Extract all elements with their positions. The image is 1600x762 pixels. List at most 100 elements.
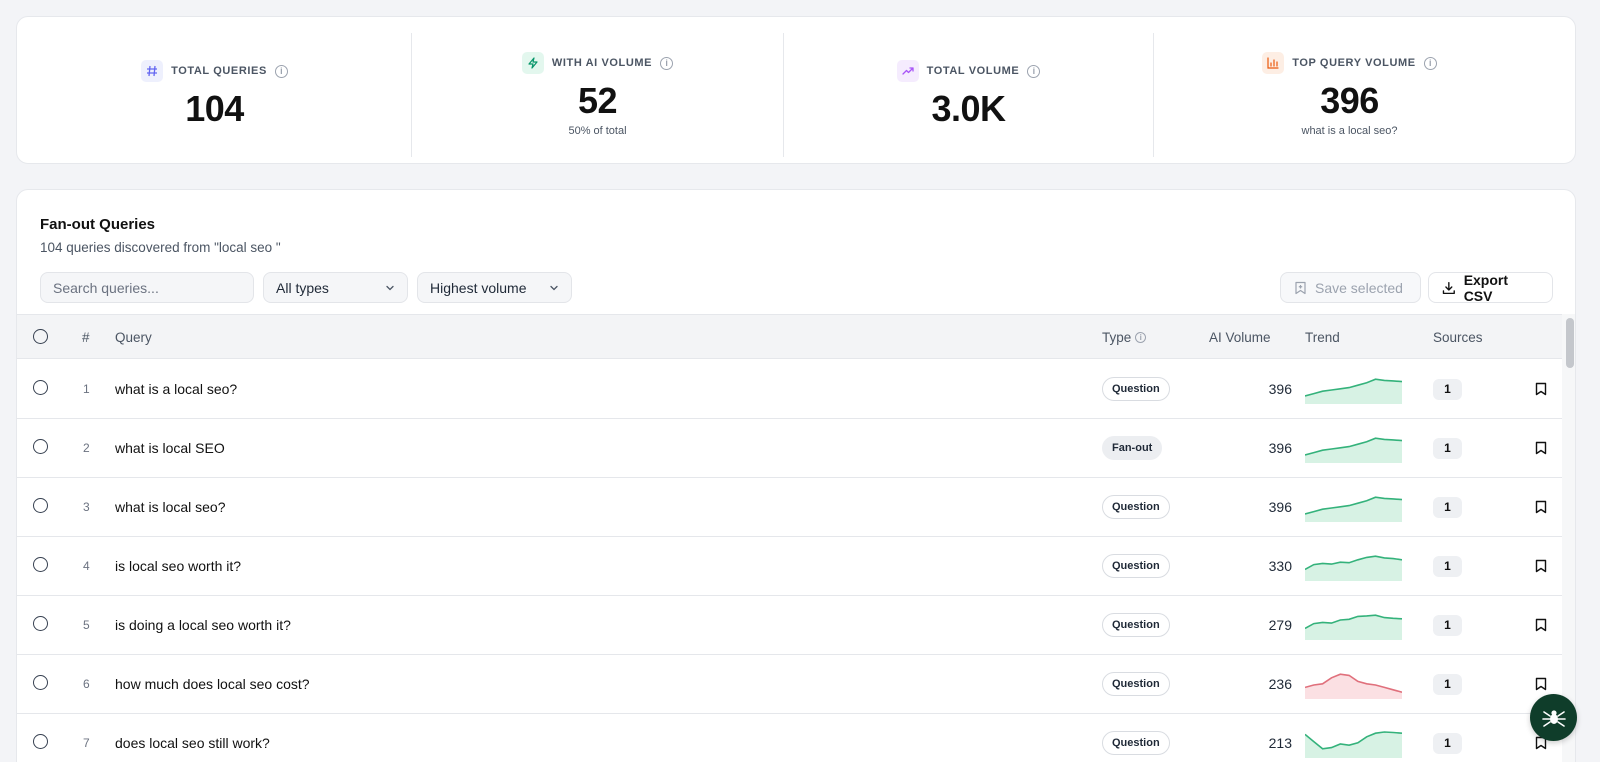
trend-cell [1305, 655, 1402, 713]
stat-label: TOP QUERY VOLUME [1292, 57, 1416, 69]
row-number: 5 [83, 618, 90, 632]
query-text[interactable]: is doing a local seo worth it? [115, 596, 291, 654]
type-badge: Question [1102, 672, 1170, 696]
ai-volume-value: 396 [1268, 440, 1292, 456]
export-csv-button[interactable]: Export CSV [1428, 272, 1553, 304]
zap-icon [521, 52, 544, 74]
table-row[interactable]: 1 what is a local seo? Question 396 1 [17, 360, 1562, 419]
bookmark-icon [1535, 382, 1547, 396]
sort-value: Highest volume [430, 279, 527, 296]
table-row[interactable]: 7 does local seo still work? Question 21… [17, 714, 1562, 762]
bookmark-icon [1535, 441, 1547, 455]
sources-count-badge[interactable]: 1 [1433, 673, 1462, 695]
query-text[interactable]: what is local SEO [115, 419, 225, 477]
table-row[interactable]: 2 what is local SEO Fan-out 396 1 [17, 419, 1562, 478]
assistant-fab-button[interactable] [1530, 694, 1577, 741]
bookmark-button[interactable] [1535, 360, 1547, 418]
row-select-radio[interactable] [33, 380, 48, 395]
select-all-radio[interactable] [33, 329, 48, 344]
type-badge: Question [1102, 613, 1170, 637]
scrollbar[interactable] [1562, 314, 1575, 762]
row-select-radio[interactable] [33, 498, 48, 513]
info-icon[interactable]: i [1027, 64, 1041, 78]
query-text[interactable]: is local seo worth it? [115, 537, 241, 595]
search-field[interactable] [40, 272, 254, 303]
bookmark-button[interactable] [1535, 596, 1547, 654]
sources-cell[interactable]: 1 [1433, 596, 1462, 654]
save-selected-button[interactable]: Save selected [1280, 272, 1421, 303]
bookmark-button[interactable] [1535, 419, 1547, 477]
table-row[interactable]: 6 how much does local seo cost? Question… [17, 655, 1562, 714]
type-cell: Fan-out [1102, 419, 1163, 477]
info-icon[interactable]: i [1423, 56, 1437, 70]
stat-subtext: 50% of total [568, 125, 627, 137]
panel-subtitle: 104 queries discovered from "local seo " [40, 240, 281, 255]
col-header-query[interactable]: Query [115, 315, 152, 360]
row-select-radio[interactable] [33, 734, 48, 749]
info-icon[interactable]: i [660, 56, 674, 70]
col-header-volume[interactable]: AI Volume [1209, 315, 1271, 360]
type-cell: Question [1102, 360, 1170, 418]
search-input[interactable] [53, 279, 241, 296]
sources-cell[interactable]: 1 [1433, 714, 1462, 762]
info-icon[interactable]: i [1135, 332, 1147, 343]
sources-cell[interactable]: 1 [1433, 655, 1462, 713]
sort-select[interactable]: Highest volume [417, 272, 572, 303]
stat-with-ai-volume: WITH AI VOLUME i 52 50% of total [411, 33, 783, 157]
sources-count-badge[interactable]: 1 [1433, 496, 1462, 518]
sources-cell[interactable]: 1 [1433, 419, 1462, 477]
table-row[interactable]: 3 what is local seo? Question 396 1 [17, 478, 1562, 537]
bookmark-button[interactable] [1535, 537, 1547, 595]
type-cell: Question [1102, 478, 1170, 536]
bookmark-icon [1535, 618, 1547, 632]
trend-cell [1305, 360, 1402, 418]
row-number: 2 [83, 441, 90, 455]
sources-count-badge[interactable]: 1 [1433, 614, 1462, 636]
stat-total-queries: TOTAL QUERIES i 104 [17, 33, 412, 157]
sources-cell[interactable]: 1 [1433, 478, 1462, 536]
row-select-radio[interactable] [33, 675, 48, 690]
stat-value: 52 [577, 80, 618, 121]
trend-sparkline [1305, 614, 1402, 640]
row-select-radio[interactable] [33, 616, 48, 631]
sources-count-badge[interactable]: 1 [1433, 378, 1462, 400]
stat-total-volume: TOTAL VOLUME i 3.0K [783, 33, 1153, 157]
type-cell: Question [1102, 714, 1170, 762]
trend-sparkline [1305, 496, 1402, 522]
sources-cell[interactable]: 1 [1433, 537, 1462, 595]
query-text[interactable]: how much does local seo cost? [115, 655, 310, 713]
bookmark-button[interactable] [1535, 478, 1547, 536]
type-filter-select[interactable]: All types [263, 272, 408, 303]
col-header-type[interactable]: Type i [1102, 315, 1147, 360]
sources-cell[interactable]: 1 [1433, 360, 1462, 418]
col-header-type-label: Type [1102, 330, 1132, 345]
row-select-radio[interactable] [33, 557, 48, 572]
type-cell: Question [1102, 596, 1170, 654]
scrollbar-thumb[interactable] [1566, 318, 1574, 368]
query-text[interactable]: does local seo still work? [115, 714, 270, 762]
sources-count-badge[interactable]: 1 [1433, 437, 1462, 459]
query-text[interactable]: what is local seo? [115, 478, 226, 536]
stat-label: WITH AI VOLUME [551, 57, 653, 69]
type-filter-value: All types [276, 279, 329, 296]
table-row[interactable]: 4 is local seo worth it? Question 330 1 [17, 537, 1562, 596]
ai-volume-value: 396 [1268, 499, 1292, 515]
col-header-sources[interactable]: Sources [1433, 315, 1483, 360]
sources-count-badge[interactable]: 1 [1433, 555, 1462, 577]
sources-count-badge[interactable]: 1 [1433, 732, 1462, 754]
query-text[interactable]: what is a local seo? [115, 360, 237, 418]
table-row[interactable]: 5 is doing a local seo worth it? Questio… [17, 596, 1562, 655]
chevron-down-icon [550, 285, 558, 290]
type-badge: Question [1102, 377, 1170, 401]
row-number: 1 [83, 382, 90, 396]
row-select-radio[interactable] [33, 439, 48, 454]
stat-label: TOTAL QUERIES [171, 65, 267, 77]
col-header-num: # [82, 330, 90, 345]
info-icon[interactable]: i [274, 64, 288, 78]
trend-sparkline [1305, 437, 1402, 463]
bar-chart-icon [1262, 52, 1285, 74]
table-header: # Query Type i AI Volume Trend Sources [17, 314, 1562, 359]
row-number: 7 [83, 736, 90, 750]
trend-sparkline [1305, 555, 1402, 581]
ai-volume-value: 236 [1268, 676, 1292, 692]
